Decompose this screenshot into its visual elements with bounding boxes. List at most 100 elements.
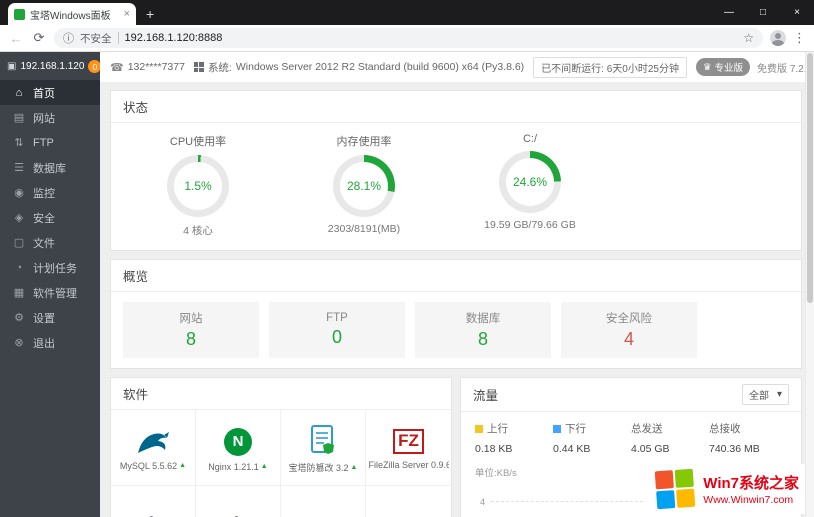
php-icon: php [222,513,253,517]
stat-value: 0.44 KB [553,443,591,455]
software-item-filezilla[interactable]: FZ FileZilla Server 0.9.60 [366,410,451,486]
phone-icon: ☎ [110,61,124,74]
sidebar-item-label: 计划任务 [33,262,77,275]
sidebar-item-logout[interactable]: ⊗ 退出 [0,330,100,355]
header-actions: ♛ 专业版 免费版 7.2.0 更新 修复 重启 [696,58,814,76]
sidebar-item-database[interactable]: ☰ 数据库 [0,155,100,180]
system-info: 系统: Windows Server 2012 R2 Standard (bui… [193,60,524,75]
sidebar-item-software[interactable]: ▦ 软件管理 [0,280,100,305]
gauge-label: CPU使用率 [169,136,227,148]
system-label: 系统: [207,61,232,74]
gauge-value: 24.6% [506,158,554,206]
memory-gauge: 内存使用率 28.1% 2303/8191(MB) [305,133,423,238]
sidebar-item-monitor[interactable]: ◉ 监控 [0,180,100,205]
sidebar-item-site[interactable]: ▤ 网站 [0,105,100,130]
software-item-php-1[interactable]: php [111,486,196,517]
server-icon: ▣ [7,61,17,72]
account-phone[interactable]: ☎ 132****7377 [110,61,185,74]
bookmark-star-icon[interactable]: ☆ [743,31,754,45]
sidebar-server[interactable]: ▣ 192.168.1.120 0 [0,52,102,80]
sidebar-item-security[interactable]: ◈ 安全 [0,205,100,230]
browser-menu-icon[interactable]: ⋮ [793,30,806,46]
overview-panel-title: 概览 [111,260,801,292]
settings-icon: ⚙ [14,312,24,324]
software-item-php-2[interactable]: php [196,486,281,517]
profile-icon[interactable] [770,30,786,46]
version-text: 免费版 7.2.0 [757,63,813,75]
top-info-bar: ☎ 132****7377 系统: Windows Server 2012 R2… [100,52,814,82]
overview-value: 8 [185,329,196,349]
sidebar-item-settings[interactable]: ⚙ 设置 [0,305,100,330]
divider [117,32,119,44]
pro-version-badge[interactable]: ♛ 专业版 [696,58,751,76]
traffic-stat-down: 下行 0.44 KB [553,421,631,455]
traffic-stat-up: 上行 0.18 KB [475,421,553,455]
site-icon: ▤ [13,112,25,124]
new-tab-button[interactable]: + [146,7,154,21]
logout-icon: ⊗ [14,337,24,349]
close-button[interactable]: × [780,0,814,25]
disk-ring: 24.6% [499,151,561,213]
sidebar: ▣ 192.168.1.120 0 ⌂ 首页 ▤ 网站 ⇅ FTP ☰ 数据库 … [0,52,102,517]
watermark-title: Win7系统之家 [703,475,799,492]
minimize-button[interactable]: — [712,0,746,25]
down-legend-swatch [553,424,561,433]
maximize-button[interactable]: □ [746,0,780,25]
software-item-empty [366,486,451,517]
software-panel-title: 软件 [111,378,451,410]
uptime-badge: 已不间断运行: 6天0小时25分钟 [533,56,687,78]
page-scrollbar[interactable] [805,52,814,517]
sidebar-item-label: 首页 [33,87,55,100]
browser-titlebar: 宝塔Windows面板 × + — □ × [0,0,814,25]
software-name: MySQL 5.5.62 [119,460,178,471]
overview-label: 安全风险 [606,313,652,325]
stat-value: 740.36 MB [709,443,760,455]
mysql-icon [138,431,169,453]
memory-ring: 28.1% [333,155,395,217]
pro-badge-label: 专业版 [714,63,744,74]
address-bar[interactable]: ⓘ 不安全 192.168.1.120:8888 ☆ [54,28,763,48]
browser-tab[interactable]: 宝塔Windows面板 × [8,3,136,25]
gauge-value: 1.5% [174,162,222,210]
dashboard-content: 状态 CPU使用率 1.5% 4 核心 内存使用率 28.1% 2303/819… [100,82,814,517]
sidebar-item-ftp[interactable]: ⇅ FTP [0,130,100,155]
software-item-nginx[interactable]: N Nginx 1.21.1 ▲ [196,410,281,486]
software-item-mysql[interactable]: MySQL 5.5.62 ▲ [111,410,196,486]
software-name: 宝塔防篡改 3.2 [288,463,349,473]
stat-label: 上行 [487,423,508,435]
overview-ftp[interactable]: FTP 0 [269,302,405,358]
gauge-label: 内存使用率 [336,136,392,148]
traffic-stat-total-sent: 总发送 4.05 GB [631,421,709,455]
win7-flag-icon [655,468,696,510]
overview-sites[interactable]: 网站 8 [123,302,259,358]
software-name: Nginx 1.21.1 [208,461,259,472]
browser-urlbar: ← ⟳ ⓘ 不安全 192.168.1.120:8888 ☆ ⋮ [0,25,814,52]
gauge-sub: 2303/8191(MB) [327,223,401,235]
overview-security-risk[interactable]: 安全风险 4 [561,302,697,358]
stat-value: 4.05 GB [631,443,670,455]
traffic-stat-total-received: 总接收 740.36 MB [709,421,787,455]
software-name: FileZilla Server 0.9.60 [368,459,449,470]
scrollbar-thumb[interactable] [807,53,813,303]
tab-close-icon[interactable]: × [124,8,130,20]
monitor-icon: ◉ [14,187,24,199]
software-item-tamper-proof[interactable]: 宝塔防篡改 3.2 ▲ [281,410,366,486]
gauge-sub: 19.59 GB/79.66 GB [484,219,576,231]
phone-number: 132****7377 [127,61,185,73]
sidebar-item-cron[interactable]: ◔ 计划任务 [0,255,100,280]
window-controls: — □ × [712,0,814,25]
database-icon: ☰ [14,162,24,174]
sidebar-item-home[interactable]: ⌂ 首页 [0,80,100,105]
overview-panel: 概览 网站 8 FTP 0 数据库 8 安全风险 4 [110,259,802,369]
sidebar-item-label: 数据库 [33,162,66,175]
back-icon[interactable]: ← [8,31,24,46]
update-available-icon: ▲ [350,464,358,471]
filezilla-icon: FZ [393,429,424,454]
nginx-icon: N [224,427,252,456]
traffic-filter-select[interactable]: 全部 ▾ [741,384,789,405]
refresh-icon[interactable]: ⟳ [31,30,47,46]
sidebar-item-files[interactable]: ▢ 文件 [0,230,100,255]
overview-databases[interactable]: 数据库 8 [415,302,551,358]
url-text[interactable]: 192.168.1.120:8888 [125,32,738,44]
info-icon[interactable]: ⓘ [63,30,74,46]
